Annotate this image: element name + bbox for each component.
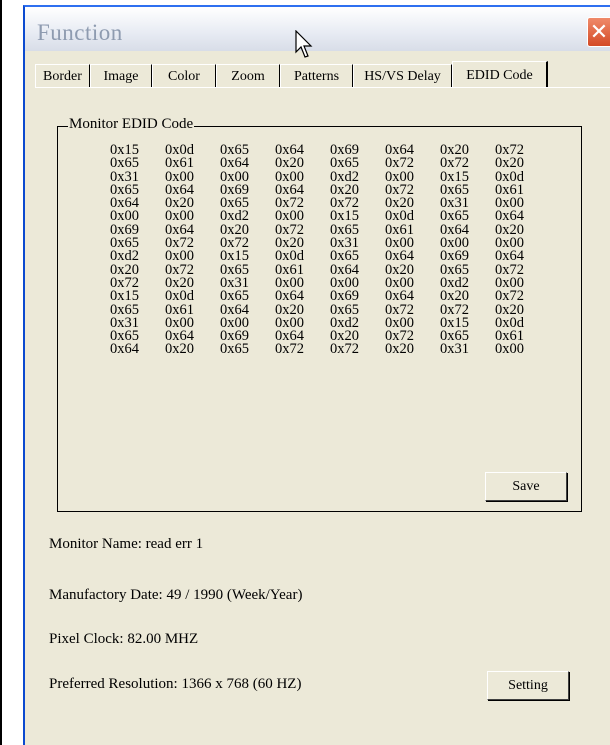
window-title: Function bbox=[37, 20, 123, 45]
tab-strip: Border Image Color Zoom Patterns HS/VS D… bbox=[35, 61, 610, 90]
close-button[interactable]: ✕ bbox=[587, 17, 610, 47]
edid-byte: 0x31 bbox=[440, 341, 469, 358]
edid-byte: 0x65 bbox=[220, 341, 249, 358]
tab-border[interactable]: Border bbox=[35, 64, 90, 87]
edid-panel: Monitor EDID Code 0x15 0x0d 0x65 0x64 0x69 0x… bbox=[35, 88, 610, 745]
title-bar[interactable]: Function ✕ bbox=[25, 7, 610, 51]
tab-color[interactable]: Color bbox=[152, 64, 216, 87]
edid-byte: 0x20 bbox=[165, 341, 194, 358]
edid-byte: 0x64 bbox=[110, 341, 139, 358]
function-dialog: Function ✕ Border Image Color Zoom Patte… bbox=[23, 5, 610, 745]
monitor-name: Monitor Name: read err 1 bbox=[49, 536, 204, 552]
edid-byte: 0x20 bbox=[385, 341, 414, 358]
close-icon: ✕ bbox=[589, 19, 609, 45]
edid-groupbox: Monitor EDID Code 0x15 0x0d 0x65 0x64 0x69 0x… bbox=[57, 116, 582, 512]
edid-byte: 0x00 bbox=[495, 341, 524, 358]
edid-byte: 0x72 bbox=[330, 341, 359, 358]
tab-zoom[interactable]: Zoom bbox=[216, 64, 280, 87]
save-button[interactable]: Save bbox=[485, 472, 567, 501]
tab-hsvs-delay[interactable]: HS/VS Delay bbox=[353, 64, 452, 87]
tab-edid-code[interactable]: EDID Code bbox=[452, 61, 548, 88]
tab-patterns[interactable]: Patterns bbox=[280, 64, 353, 87]
preferred-resolution: Preferred Resolution: 1366 x 768 (60 HZ) bbox=[49, 676, 302, 692]
left-border-line bbox=[0, 0, 2, 745]
pixel-clock: Pixel Clock: 82.00 MHZ bbox=[49, 631, 199, 647]
edid-group-label: Monitor EDID Code bbox=[68, 116, 195, 133]
edid-byte: 0x72 bbox=[275, 341, 304, 358]
setting-button[interactable]: Setting bbox=[487, 671, 569, 700]
mouse-cursor-icon bbox=[295, 30, 313, 58]
tab-image[interactable]: Image bbox=[90, 64, 152, 87]
manufactory-date: Manufactory Date: 49 / 1990 (Week/Year) bbox=[49, 587, 303, 603]
edid-hex-grid: 0x15 0x0d 0x65 0x64 0x69 0x64 0x20 0x72 0x65 0x61… bbox=[110, 143, 550, 358]
